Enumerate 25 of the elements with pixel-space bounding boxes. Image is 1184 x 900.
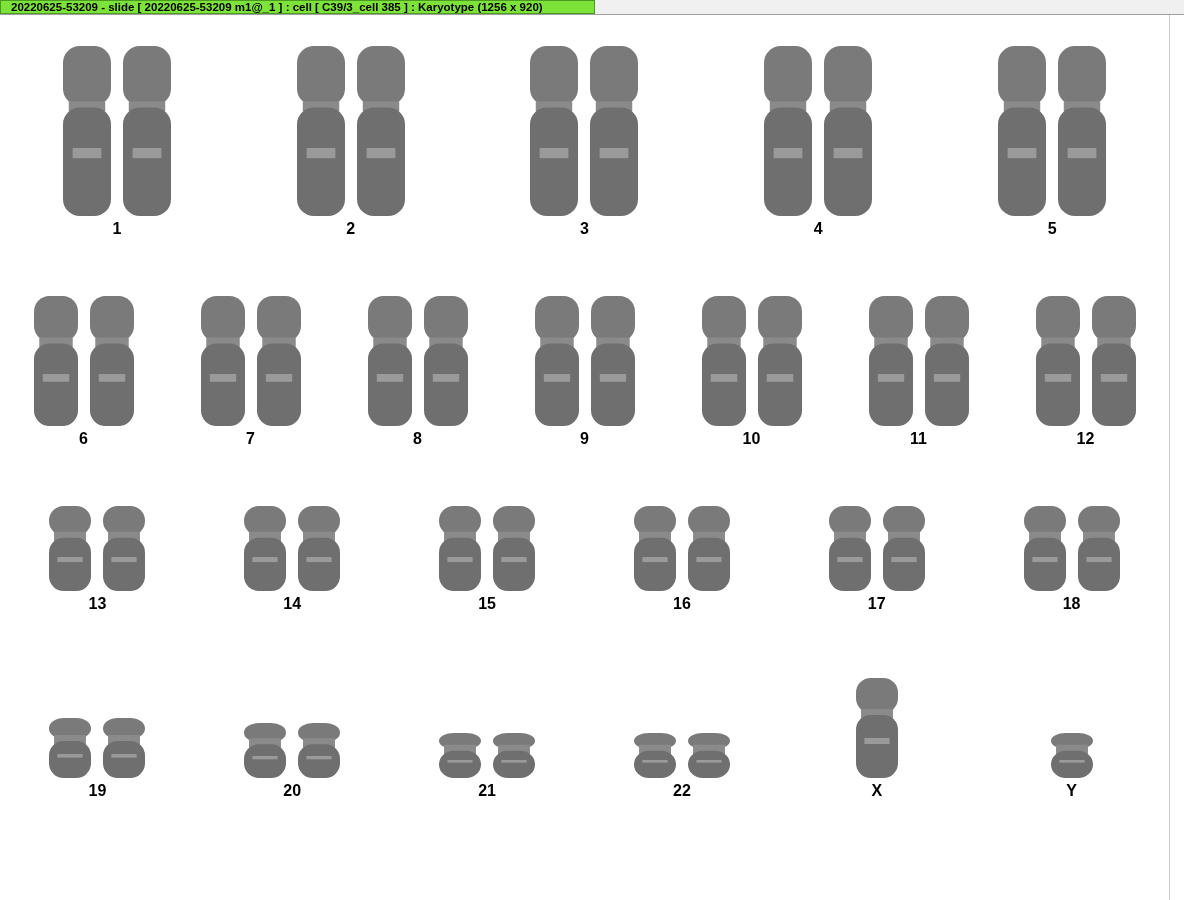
chromosome-label: 21 [478, 782, 496, 800]
chromosome-label: X [871, 782, 883, 800]
chromosome-label: 10 [742, 430, 761, 448]
chromosome-label: 8 [413, 430, 422, 448]
chromosome-label: 5 [1047, 220, 1057, 238]
chromosome-label: 16 [673, 595, 691, 613]
chromosome-label: 2 [346, 220, 356, 238]
chromosome-label: 17 [867, 595, 886, 613]
chromosome-label: 12 [1076, 430, 1095, 448]
chromosome-label: 1 [112, 220, 122, 238]
chromosome-label: Y [1066, 782, 1077, 800]
chromosome-label: 4 [813, 220, 823, 238]
chromosome-label: 7 [246, 430, 255, 448]
chromosome-label: 15 [478, 595, 496, 613]
chromosome-label: 18 [1062, 595, 1081, 613]
chromosome-label: 6 [79, 430, 88, 448]
chromosome-label: 11 [910, 430, 927, 448]
chromosome-label: 14 [283, 595, 302, 613]
chromosome-label: 20 [283, 782, 302, 800]
window-title[interactable]: 20220625-53209 - slide [ 20220625-53209 m1@_1 ] : cell [ C39/3_cell 385 ] : Karyotype (1256 x 920) [0, 0, 595, 14]
chromosome-label: 22 [673, 782, 691, 800]
chromosome-label: 19 [88, 782, 107, 800]
chromosome-label: 13 [88, 595, 107, 613]
chromosome-label: 9 [580, 430, 589, 448]
chromosome-label: 3 [580, 220, 589, 238]
